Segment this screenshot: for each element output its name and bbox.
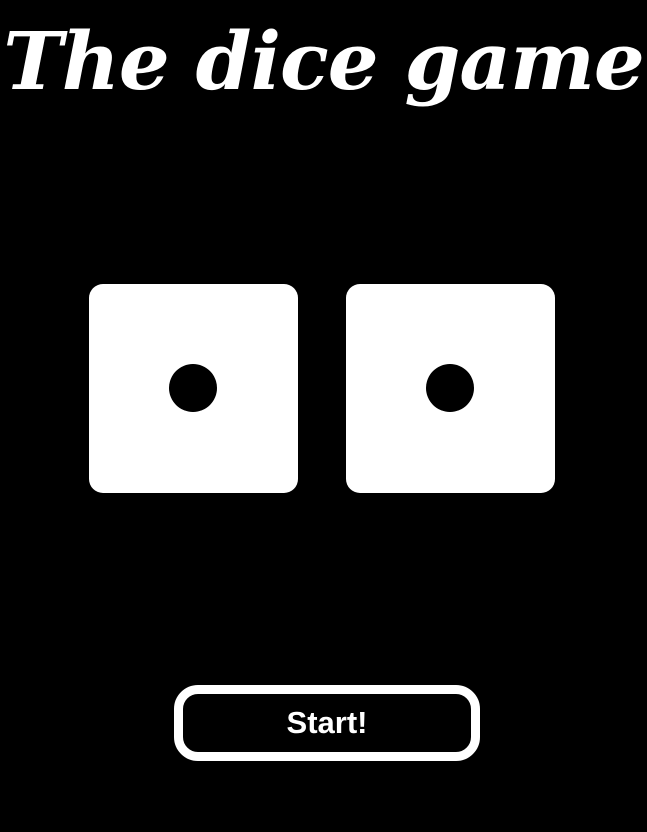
die-pip: [426, 364, 474, 412]
die-right: [346, 284, 555, 493]
start-button[interactable]: Start!: [174, 685, 480, 761]
page-title: The dice game: [3, 14, 645, 108]
die-left: [89, 284, 298, 493]
die-pip: [169, 364, 217, 412]
